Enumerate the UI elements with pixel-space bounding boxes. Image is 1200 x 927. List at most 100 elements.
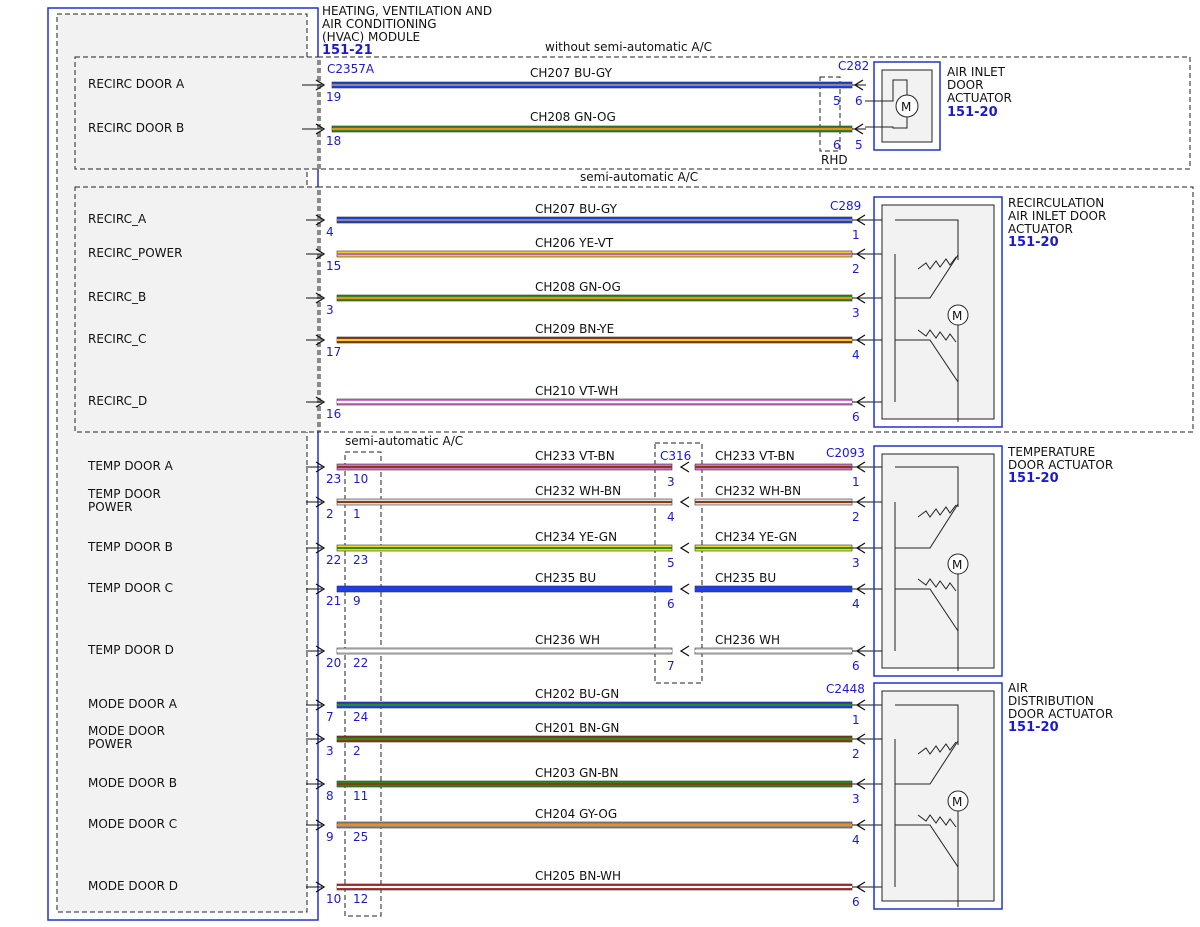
wire-label: CH208 GN-OG [535,280,621,294]
motor-symbol: M [952,558,962,572]
semi-top-label: semi-automatic A/C [580,170,698,184]
signal-label: MODE DOOR C [88,817,177,831]
signal-label: RECIRC DOOR A [88,77,185,91]
temp-actuator-line-2: DOOR ACTUATOR [1008,458,1113,472]
recirc-actuator-line-1: RECIRCULATION [1008,196,1104,210]
module-pin: 21 [326,594,341,608]
module-title-line-1: HEATING, VENTILATION AND [322,4,492,18]
c316-arrow [679,496,690,508]
semi-pin: 25 [353,830,368,844]
svg-text:M: M [901,100,911,114]
recirc-actuator-line-3: ACTUATOR [1008,222,1073,236]
temp-actuator-line-1: TEMPERATURE [1007,445,1095,459]
air-dist-connector: C2448 [826,682,865,696]
actuator-pin: 2 [852,262,860,276]
motor-symbol: M [952,795,962,809]
wire-stripe [337,339,852,341]
signal-label: MODE DOOR [88,724,165,738]
actuator-pin: 4 [852,833,860,847]
wire-stripe [695,547,852,549]
module-pin: 9 [326,830,334,844]
c316-label: C316 [660,449,691,463]
actuator-pin: 3 [852,556,860,570]
rhd-pin: 5 [833,94,841,108]
temp-actuator [873,445,1003,677]
module-pin: 4 [326,225,334,239]
wire-label-right: CH235 BU [715,571,776,585]
temp-actuator-ref: 151-20 [1008,471,1059,486]
semi-pin: 10 [353,472,368,486]
wire-stripe [337,253,852,255]
actuator-pin: 4 [852,597,860,611]
signal-label: RECIRC_D [88,394,147,408]
module-pin: 19 [326,90,341,104]
wire-stripe [337,886,852,888]
rhd-pin: 6 [833,138,841,152]
actuator-pin: 6 [855,94,863,108]
module-pin: 15 [326,259,341,273]
air-inlet-actuator-ref: 151-20 [947,105,998,120]
wire-stripe [337,466,672,468]
wire-label: CH203 GN-BN [535,766,619,780]
wire-label: CH233 VT-BN [535,449,615,463]
wire-stripe [695,650,852,652]
wire-label: CH210 VT-WH [535,384,618,398]
wire-stripe [337,650,672,652]
wire-label-right: CH233 VT-BN [715,449,795,463]
module-pin: 3 [326,744,334,758]
wire-stripe [337,704,852,706]
signal-label: TEMP DOOR A [87,459,174,473]
actuator-pin: 1 [852,713,860,727]
recirc-actuator-ref: 151-20 [1008,235,1059,250]
signal-label: RECIRC DOOR B [88,121,184,135]
wire-stripe [337,401,852,403]
air-dist-actuator-line-2: DISTRIBUTION [1008,694,1094,708]
wire-stripe [337,783,852,785]
air-dist-actuator-line-1: AIR [1008,681,1028,695]
wire-stripe [337,219,852,221]
temp-connector: C2093 [826,446,865,460]
signal-label-line-2: POWER [88,737,132,751]
c316-arrow [679,461,690,473]
module-ref: 151-21 [322,43,373,58]
air-inlet-connector: C282 [838,59,869,73]
wire-stripe [337,738,852,740]
wire-label-right: CH232 WH-BN [715,484,801,498]
wire-label: CH202 BU-GN [535,687,619,701]
rhd-label: RHD [821,153,848,167]
actuator-pin: 6 [852,410,860,424]
wire-stripe [337,824,852,826]
module-pin: 18 [326,134,341,148]
actuator-pin: 3 [852,792,860,806]
signal-label: TEMP DOOR C [87,581,173,595]
without-semi-label: without semi-automatic A/C [545,40,712,54]
air-inlet-actuator-line-1: AIR INLET [947,65,1006,79]
wire-stripe [337,547,672,549]
wire-stripe [695,466,852,468]
wire-label: CH234 YE-GN [535,530,617,544]
c316-pin: 5 [667,556,675,570]
without-semi-section [317,56,1191,170]
semi-pin: 23 [353,553,368,567]
wire-label: CH205 BN-WH [535,869,621,883]
c316-arrow [679,542,690,554]
motor-symbol: M [952,309,962,323]
module-pin: 20 [326,656,341,670]
signal-label: RECIRC_A [88,212,147,226]
wire-stripe [337,588,672,590]
module-pin: 23 [326,472,341,486]
signal-label: MODE DOOR D [88,879,178,893]
wire-label: CH201 BN-GN [535,721,619,735]
air-dist-actuator-line-3: DOOR ACTUATOR [1008,707,1113,721]
recirc-door-group-box [74,56,321,170]
semi-pin: 2 [353,744,361,758]
c316-arrow [679,645,690,657]
module-pin: 3 [326,303,334,317]
wire-label: CH204 GY-OG [535,807,617,821]
recirc-actuator [873,196,1003,428]
wire-label: CH236 WH [535,633,600,647]
wire-label-right: CH236 WH [715,633,780,647]
module-pin: 10 [326,892,341,906]
c316-box [654,442,703,684]
semi-pin: 12 [353,892,368,906]
